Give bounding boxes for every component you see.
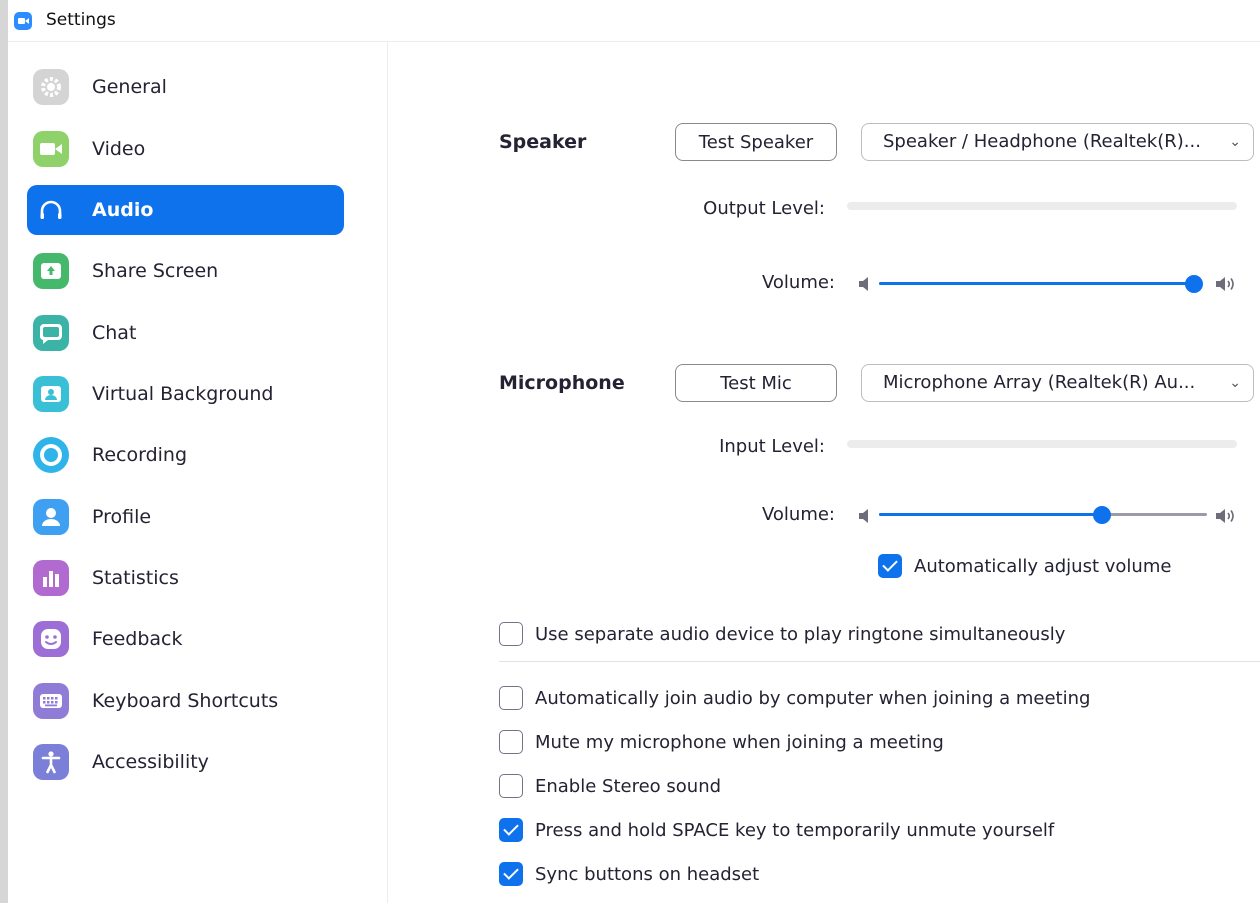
chevron-down-icon: ⌄ xyxy=(1229,375,1241,391)
sidebar-item-keyboard-shortcuts[interactable]: Keyboard Shortcuts xyxy=(27,676,344,726)
sidebar-item-general[interactable]: General xyxy=(27,62,344,112)
sidebar-item-profile[interactable]: Profile xyxy=(27,492,344,542)
keyboard-icon xyxy=(33,683,69,719)
auto-adjust-volume-label: Automatically adjust volume xyxy=(914,555,1172,577)
sidebar-item-label: Profile xyxy=(92,506,152,528)
stereo-sound-option[interactable]: Enable Stereo sound xyxy=(499,774,721,798)
sidebar-item-label: Chat xyxy=(92,322,137,344)
chat-bubble-icon xyxy=(33,315,69,351)
auto-adjust-volume-option[interactable]: Automatically adjust volume xyxy=(878,554,1171,578)
audio-settings-panel: Speaker Test Speaker Speaker / Headphone… xyxy=(389,42,1260,903)
sidebar-item-label: Keyboard Shortcuts xyxy=(92,690,279,712)
auto-join-audio-label: Automatically join audio by computer whe… xyxy=(535,687,1091,709)
speaker-volume-slider[interactable] xyxy=(879,272,1203,296)
sidebar-item-recording[interactable]: Recording xyxy=(27,430,344,480)
separate-ringtone-option[interactable]: Use separate audio device to play ringto… xyxy=(499,622,1065,646)
sidebar-item-label: Statistics xyxy=(92,567,179,589)
mute-on-join-label: Mute my microphone when joining a meetin… xyxy=(535,731,944,753)
volume-low-icon xyxy=(855,274,877,294)
microphone-volume-slider[interactable] xyxy=(879,503,1207,527)
settings-sidebar: General Video Audio Share Screen Chat Vi… xyxy=(8,42,388,903)
space-unmute-checkbox[interactable] xyxy=(499,818,523,842)
output-level-meter xyxy=(847,202,1237,210)
volume-low-icon xyxy=(855,506,877,526)
volume-high-icon xyxy=(1214,506,1236,526)
sync-headset-checkbox[interactable] xyxy=(499,862,523,886)
input-level-meter xyxy=(847,440,1237,448)
slider-fill xyxy=(879,513,1103,516)
title-bar: Settings xyxy=(8,0,1260,42)
microphone-volume-label: Volume: xyxy=(761,504,835,525)
section-divider xyxy=(499,661,1260,662)
speaker-device-select[interactable]: Speaker / Headphone (Realtek(R)... ⌄ xyxy=(861,123,1254,161)
record-icon xyxy=(33,437,69,473)
test-mic-button[interactable]: Test Mic xyxy=(675,364,837,402)
chevron-down-icon: ⌄ xyxy=(1229,134,1241,150)
microphone-section-label: Microphone xyxy=(499,372,625,394)
sidebar-item-video[interactable]: Video xyxy=(27,124,344,174)
share-screen-icon xyxy=(33,253,69,289)
sidebar-item-label: Accessibility xyxy=(92,751,209,773)
speaker-volume-label: Volume: xyxy=(761,272,835,293)
video-camera-icon xyxy=(33,131,69,167)
output-level-label: Output Level: xyxy=(703,198,825,219)
sidebar-item-label: Recording xyxy=(92,444,188,466)
space-unmute-label: Press and hold SPACE key to temporarily … xyxy=(535,819,1055,841)
slider-thumb[interactable] xyxy=(1185,275,1203,293)
stereo-sound-label: Enable Stereo sound xyxy=(535,775,722,797)
sync-headset-label: Sync buttons on headset xyxy=(535,863,760,885)
sidebar-item-statistics[interactable]: Statistics xyxy=(27,553,344,603)
volume-high-icon xyxy=(1214,274,1236,294)
separate-ringtone-checkbox[interactable] xyxy=(499,622,523,646)
sidebar-item-label: General xyxy=(92,76,167,98)
sidebar-item-share-screen[interactable]: Share Screen xyxy=(27,246,344,296)
sidebar-item-feedback[interactable]: Feedback xyxy=(27,614,344,664)
test-speaker-button[interactable]: Test Speaker xyxy=(675,123,837,161)
auto-join-audio-option[interactable]: Automatically join audio by computer whe… xyxy=(499,686,1090,710)
sync-headset-option[interactable]: Sync buttons on headset xyxy=(499,862,759,886)
stereo-sound-checkbox[interactable] xyxy=(499,774,523,798)
sidebar-item-audio[interactable]: Audio xyxy=(27,185,344,235)
sidebar-item-chat[interactable]: Chat xyxy=(27,308,344,358)
profile-icon xyxy=(33,499,69,535)
slider-thumb[interactable] xyxy=(1093,506,1112,524)
speaker-section-label: Speaker xyxy=(499,131,587,153)
gear-icon xyxy=(33,69,69,105)
accessibility-icon xyxy=(33,744,69,780)
window-title: Settings xyxy=(46,10,116,30)
sidebar-item-label: Share Screen xyxy=(92,260,219,282)
slider-fill xyxy=(879,282,1194,285)
separate-ringtone-label: Use separate audio device to play ringto… xyxy=(535,623,1066,645)
zoom-camera-icon xyxy=(14,12,32,30)
sidebar-item-virtual-background[interactable]: Virtual Background xyxy=(27,369,344,419)
virtual-background-icon xyxy=(33,376,69,412)
microphone-device-value: Microphone Array (Realtek(R) Au... xyxy=(883,372,1196,393)
smiley-icon xyxy=(33,621,69,657)
sidebar-item-accessibility[interactable]: Accessibility xyxy=(27,737,344,787)
sidebar-item-label: Audio xyxy=(92,199,154,221)
headphones-icon xyxy=(33,192,69,228)
sidebar-item-label: Virtual Background xyxy=(92,383,274,405)
space-unmute-option[interactable]: Press and hold SPACE key to temporarily … xyxy=(499,818,1054,842)
sidebar-item-label: Video xyxy=(92,138,146,160)
window-left-edge xyxy=(0,0,8,903)
sidebar-item-label: Feedback xyxy=(92,628,183,650)
auto-adjust-volume-checkbox[interactable] xyxy=(878,554,902,578)
bar-chart-icon xyxy=(33,560,69,596)
mute-on-join-option[interactable]: Mute my microphone when joining a meetin… xyxy=(499,730,944,754)
mute-on-join-checkbox[interactable] xyxy=(499,730,523,754)
microphone-device-select[interactable]: Microphone Array (Realtek(R) Au... ⌄ xyxy=(861,364,1254,402)
input-level-label: Input Level: xyxy=(719,436,825,457)
speaker-device-value: Speaker / Headphone (Realtek(R)... xyxy=(883,131,1201,152)
auto-join-audio-checkbox[interactable] xyxy=(499,686,523,710)
